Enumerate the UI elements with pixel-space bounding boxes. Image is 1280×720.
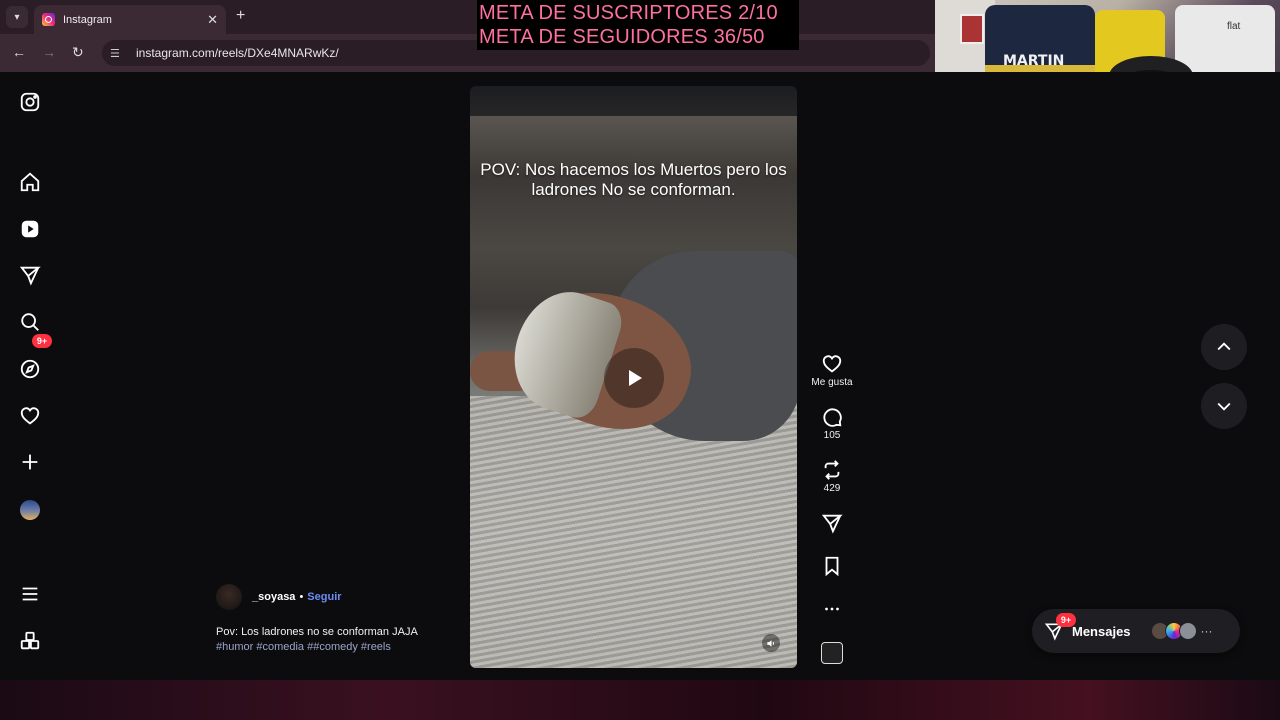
author-username[interactable]: _soyasa: [252, 591, 295, 603]
audio-thumbnail[interactable]: [821, 642, 843, 664]
more-options-button[interactable]: [808, 598, 856, 620]
ig-sidebar: 9+: [0, 72, 60, 680]
jersey-name: MARTIN: [1003, 53, 1065, 69]
heart-icon: [822, 355, 842, 373]
screen: ▾ Instagram ✕ + ← → ↻ ☰ instagram.com/re…: [0, 0, 1280, 720]
volume-icon[interactable]: [762, 634, 780, 652]
create-icon[interactable]: [19, 451, 41, 473]
reel-hashtags[interactable]: #humor #comedia ##comedy #reels: [216, 641, 391, 653]
messages-label: Mensajes: [1072, 623, 1131, 639]
comment-icon: [823, 408, 842, 427]
reel-caption: Pov: Los ladrones no se conforman JAJA: [216, 626, 418, 638]
profile-avatar[interactable]: [20, 500, 40, 520]
share-button[interactable]: [808, 512, 856, 534]
chevron-down-icon: [1217, 402, 1231, 411]
repost-icon: [824, 460, 840, 480]
author-avatar[interactable]: [216, 584, 242, 610]
more-apps-icon[interactable]: [19, 630, 41, 652]
reload-icon[interactable]: ↻: [72, 44, 84, 61]
save-button[interactable]: [808, 555, 856, 577]
follow-button[interactable]: Seguir: [307, 591, 341, 603]
new-tab-icon[interactable]: +: [236, 7, 245, 25]
share-icon: [821, 514, 843, 534]
more-dots-icon: ···: [1200, 624, 1213, 638]
reel-author: _soyasa • Seguir: [216, 584, 342, 610]
home-icon[interactable]: [19, 171, 41, 193]
stream-goals-overlay: META DE SUSCRIPTORES 2/10 META DE SEGUID…: [477, 0, 799, 50]
reel-overlay-caption: POV: Nos hacemos los Muertos pero los la…: [480, 160, 787, 199]
instagram-favicon-icon: [42, 13, 55, 26]
messages-icon[interactable]: [19, 264, 41, 286]
jersey-brand: flat: [1227, 21, 1241, 32]
repost-button[interactable]: 429: [808, 459, 856, 494]
site-settings-icon[interactable]: ☰: [110, 47, 124, 60]
like-button[interactable]: Me gusta: [808, 353, 856, 388]
messenger-icon: 9+: [1044, 613, 1076, 641]
reels-icon[interactable]: [19, 218, 41, 240]
forward-icon[interactable]: →: [42, 44, 56, 60]
goal-followers: META DE SEGUIDORES 36/50: [479, 26, 765, 48]
previous-reel-button[interactable]: [1201, 324, 1247, 370]
tab-close-icon[interactable]: ✕: [207, 12, 218, 28]
chevron-up-icon: [1217, 342, 1231, 351]
search-icon[interactable]: [19, 311, 41, 333]
bookmark-icon: [825, 556, 839, 577]
reel-video[interactable]: POV: Nos hacemos los Muertos pero los la…: [470, 86, 797, 668]
goal-subscribers: META DE SUSCRIPTORES 2/10: [479, 2, 778, 24]
browser-tab[interactable]: Instagram ✕: [34, 5, 226, 34]
instagram-page: 9+ POV: Nos hacemos los Muertos pero los…: [0, 72, 1280, 680]
comment-button[interactable]: 105: [808, 406, 856, 441]
like-label: Me gusta: [811, 377, 853, 388]
play-icon[interactable]: [604, 348, 664, 408]
webcam-photo: [960, 14, 984, 44]
avatar: [1178, 622, 1197, 640]
tab-search-icon[interactable]: ▾: [6, 6, 28, 28]
explore-icon[interactable]: [19, 358, 41, 380]
stream-bottom-strip: [0, 680, 1280, 720]
tab-title: Instagram: [63, 13, 112, 26]
messages-pill[interactable]: 9+ Mensajes ···: [1032, 609, 1240, 653]
url-text: instagram.com/reels/DXe4MNARwKz/: [136, 46, 339, 60]
reposts-count: 429: [823, 483, 841, 494]
back-icon[interactable]: ←: [12, 44, 26, 60]
notifications-badge: 9+: [32, 334, 52, 348]
instagram-logo-icon[interactable]: [19, 91, 41, 113]
heart-icon[interactable]: [19, 405, 41, 427]
menu-icon[interactable]: [19, 583, 41, 605]
messages-badge: 9+: [1056, 613, 1076, 627]
comments-count: 105: [823, 430, 841, 441]
next-reel-button[interactable]: [1201, 383, 1247, 429]
author-separator: •: [299, 591, 304, 603]
more-icon: [825, 607, 839, 611]
messages-avatars: ···: [1150, 622, 1213, 640]
